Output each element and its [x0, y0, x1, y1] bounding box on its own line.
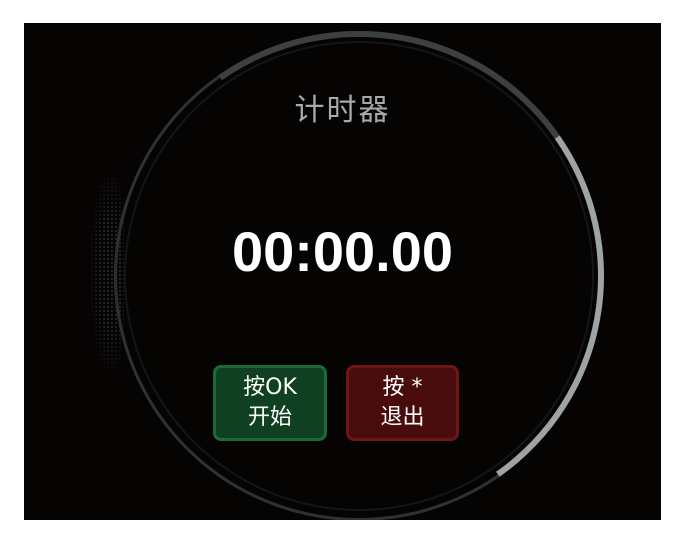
exit-button-line1: 按 * — [382, 375, 423, 400]
screen-title: 计时器 — [294, 93, 391, 128]
timer-screen: 计时器 00:00.00 按OK 开始 按 * 退出 — [24, 23, 661, 520]
timer-display: 00:00.00 — [231, 220, 454, 283]
exit-button-line2: 退出 — [380, 405, 425, 430]
start-button-line2: 开始 — [247, 405, 292, 430]
start-button-line1: 按OK — [243, 375, 297, 400]
start-button[interactable]: 按OK 开始 — [213, 365, 327, 441]
exit-button[interactable]: 按 * 退出 — [346, 365, 459, 441]
